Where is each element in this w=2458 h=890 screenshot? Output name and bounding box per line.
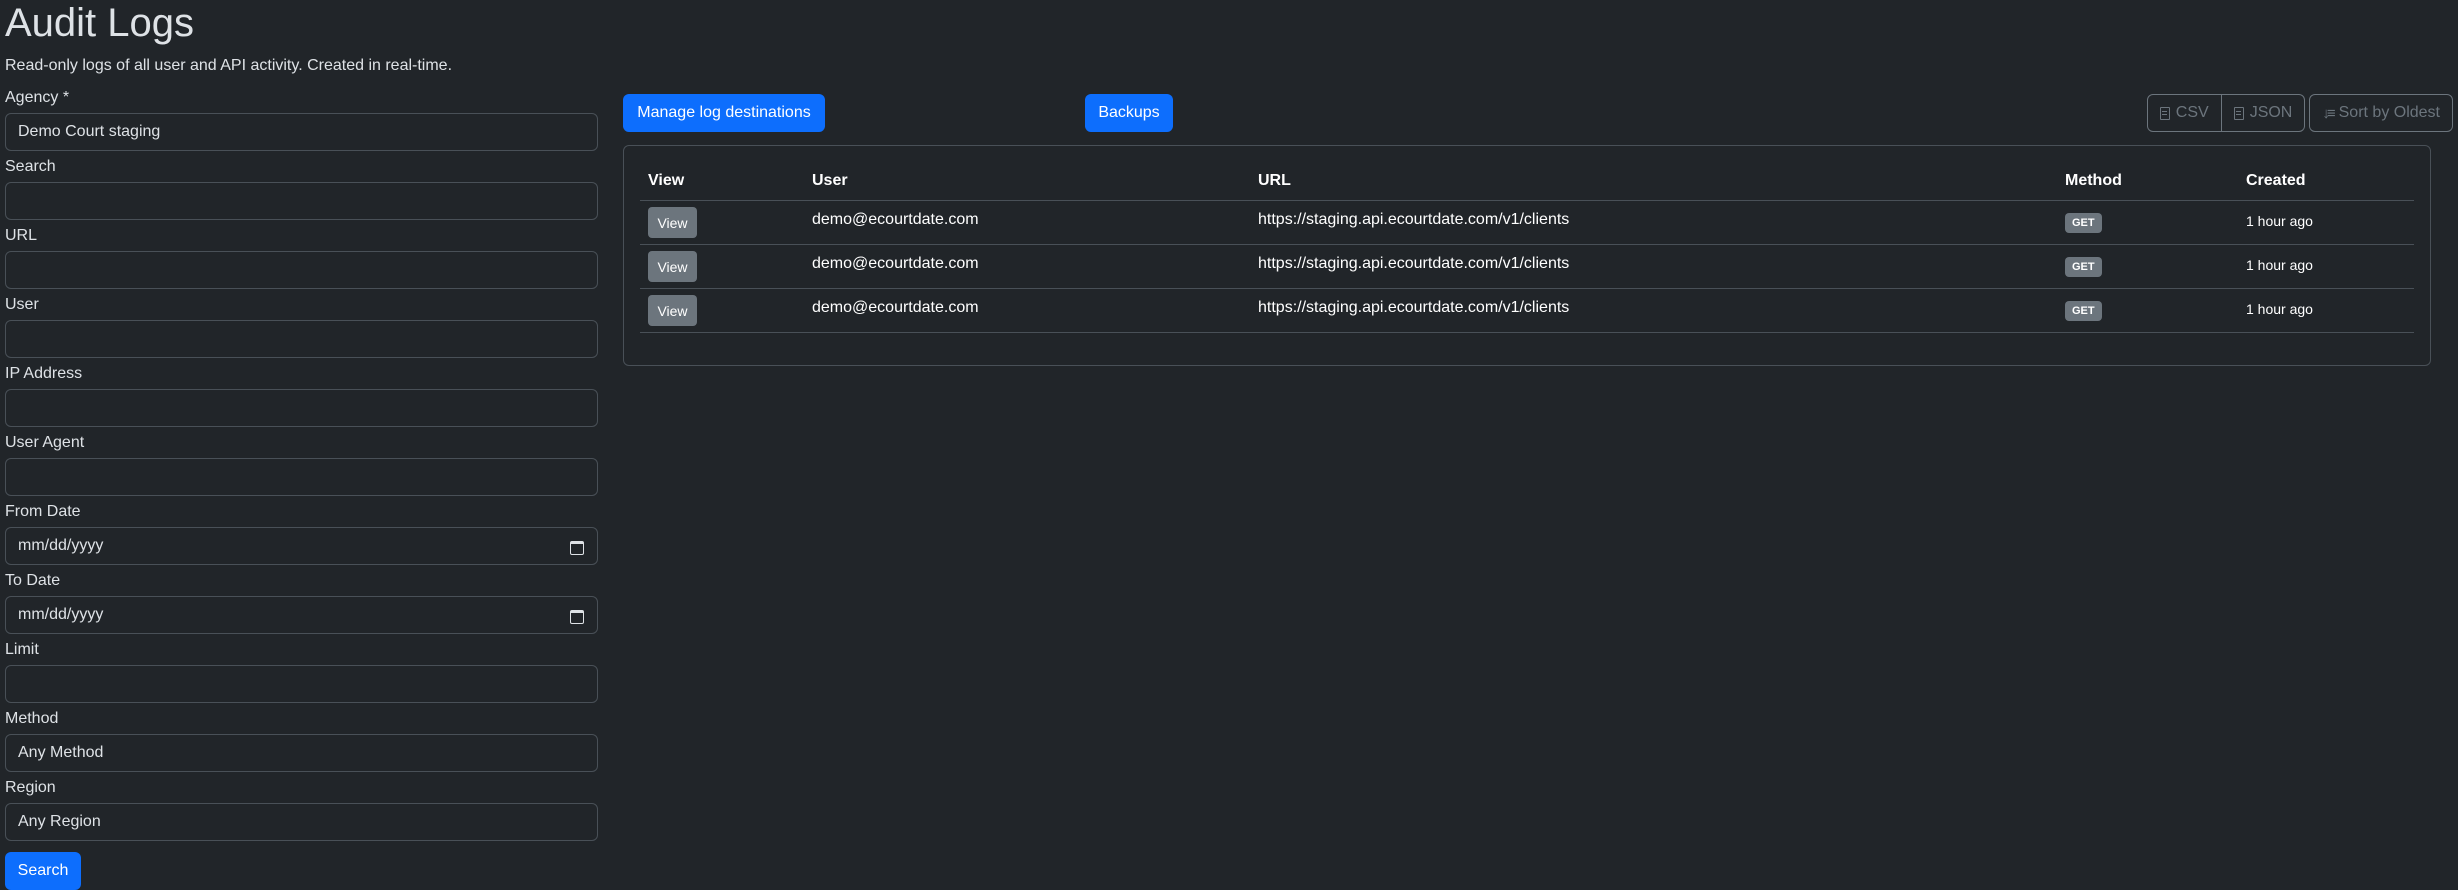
calendar-icon[interactable] bbox=[569, 608, 585, 624]
file-json-icon bbox=[2233, 106, 2244, 120]
page-title: Audit Logs bbox=[5, 1, 195, 45]
user-input[interactable] bbox=[5, 320, 598, 358]
to-date-placeholder: mm/dd/yyyy bbox=[18, 606, 104, 623]
row-url: https://staging.api.ecourtdate.com/v1/cl… bbox=[1258, 211, 1570, 228]
region-field: Region Any Region bbox=[5, 778, 598, 841]
from-date-label: From Date bbox=[5, 503, 81, 520]
header-created: Created bbox=[2238, 162, 2414, 201]
row-url: https://staging.api.ecourtdate.com/v1/cl… bbox=[1258, 299, 1570, 316]
ip-address-field: IP Address bbox=[5, 364, 598, 427]
limit-input[interactable] bbox=[5, 665, 598, 703]
ip-address-label: IP Address bbox=[5, 365, 83, 382]
sort-label: Sort by Oldest bbox=[2338, 104, 2440, 121]
table-header-row: View User URL Method Created bbox=[640, 162, 2414, 201]
json-label: JSON bbox=[2249, 104, 2293, 121]
export-button-group: CSV JSON ↓≡ Sort by Oldest bbox=[2146, 94, 2453, 132]
search-label: Search bbox=[5, 158, 56, 175]
search-input[interactable] bbox=[5, 182, 598, 220]
limit-label: Limit bbox=[5, 641, 39, 658]
method-select-value: Any Method bbox=[18, 744, 104, 761]
header-user: User bbox=[804, 162, 1250, 201]
agency-select-value: Demo Court staging bbox=[18, 123, 161, 140]
logs-card: View User URL Method Created View demo@e… bbox=[623, 145, 2431, 366]
search-field: Search bbox=[5, 157, 598, 220]
sort-icon: ↓≡ bbox=[2322, 104, 2335, 122]
file-csv-icon bbox=[2159, 106, 2170, 120]
header-method: Method bbox=[2057, 162, 2238, 201]
table-row: View demo@ecourtdate.com https://staging… bbox=[640, 288, 2414, 333]
logs-table: View User URL Method Created View demo@e… bbox=[640, 162, 2414, 333]
to-date-field: To Date mm/dd/yyyy bbox=[5, 571, 598, 634]
agency-label: Agency * bbox=[5, 89, 70, 106]
user-agent-input[interactable] bbox=[5, 458, 598, 496]
row-url: https://staging.api.ecourtdate.com/v1/cl… bbox=[1258, 255, 1570, 272]
json-export-button[interactable]: JSON bbox=[2221, 94, 2306, 132]
region-label: Region bbox=[5, 779, 56, 796]
user-label: User bbox=[5, 296, 39, 313]
row-user: demo@ecourtdate.com bbox=[812, 255, 979, 272]
from-date-input[interactable]: mm/dd/yyyy bbox=[5, 527, 598, 565]
table-row: View demo@ecourtdate.com https://staging… bbox=[640, 200, 2414, 245]
header-url: URL bbox=[1250, 162, 2057, 201]
method-badge: GET bbox=[2065, 301, 2102, 321]
region-select[interactable]: Any Region bbox=[5, 803, 598, 841]
view-button[interactable]: View bbox=[648, 251, 697, 282]
filter-form: Agency * Demo Court staging Search URL U… bbox=[5, 88, 598, 890]
from-date-placeholder: mm/dd/yyyy bbox=[18, 537, 104, 554]
to-date-label: To Date bbox=[5, 572, 61, 589]
view-button[interactable]: View bbox=[648, 207, 697, 238]
url-input[interactable] bbox=[5, 251, 598, 289]
method-select[interactable]: Any Method bbox=[5, 734, 598, 772]
toolbar: Manage log destinations Backups CSV JSON… bbox=[623, 94, 2453, 132]
csv-export-button[interactable]: CSV bbox=[2146, 94, 2222, 132]
header-view: View bbox=[640, 162, 804, 201]
backups-button[interactable]: Backups bbox=[1085, 94, 1173, 132]
ip-address-input[interactable] bbox=[5, 389, 598, 427]
agency-select[interactable]: Demo Court staging bbox=[5, 113, 598, 151]
to-date-input[interactable]: mm/dd/yyyy bbox=[5, 596, 598, 634]
method-badge: GET bbox=[2065, 257, 2102, 277]
user-agent-label: User Agent bbox=[5, 434, 85, 451]
region-select-value: Any Region bbox=[18, 813, 101, 830]
main-content: Manage log destinations Backups CSV JSON… bbox=[623, 88, 2453, 366]
row-created: 1 hour ago bbox=[2238, 288, 2414, 333]
method-label: Method bbox=[5, 710, 59, 727]
url-label: URL bbox=[5, 227, 38, 244]
page-subtitle: Read-only logs of all user and API activ… bbox=[5, 57, 453, 74]
calendar-icon[interactable] bbox=[569, 539, 585, 555]
row-created: 1 hour ago bbox=[2238, 200, 2414, 245]
page-layout: Agency * Demo Court staging Search URL U… bbox=[5, 88, 2453, 890]
user-field: User bbox=[5, 295, 598, 358]
url-field: URL bbox=[5, 226, 598, 289]
sort-button[interactable]: ↓≡ Sort by Oldest bbox=[2309, 94, 2453, 132]
row-user: demo@ecourtdate.com bbox=[812, 299, 979, 316]
csv-label: CSV bbox=[2175, 104, 2209, 121]
manage-log-destinations-button[interactable]: Manage log destinations bbox=[623, 94, 825, 132]
row-created: 1 hour ago bbox=[2238, 244, 2414, 289]
from-date-field: From Date mm/dd/yyyy bbox=[5, 502, 598, 565]
table-row: View demo@ecourtdate.com https://staging… bbox=[640, 244, 2414, 289]
view-button[interactable]: View bbox=[648, 295, 697, 326]
user-agent-field: User Agent bbox=[5, 433, 598, 496]
search-button[interactable]: Search bbox=[5, 852, 81, 890]
method-badge: GET bbox=[2065, 213, 2102, 233]
method-field: Method Any Method bbox=[5, 709, 598, 772]
row-user: demo@ecourtdate.com bbox=[812, 211, 979, 228]
limit-field: Limit bbox=[5, 640, 598, 703]
agency-field: Agency * Demo Court staging bbox=[5, 88, 598, 151]
